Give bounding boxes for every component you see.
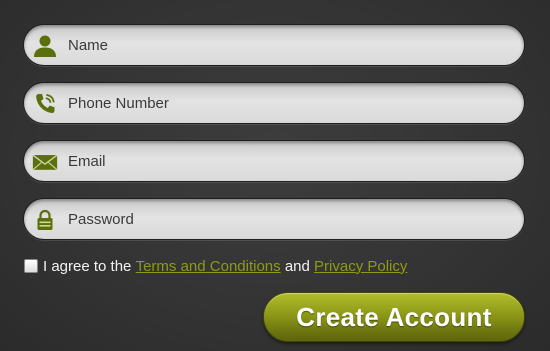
user-icon: [32, 33, 58, 59]
lock-icon: [32, 207, 58, 233]
terms-link[interactable]: Terms and Conditions: [136, 258, 281, 275]
email-field-wrapper[interactable]: [23, 140, 525, 182]
email-input[interactable]: [68, 141, 508, 181]
create-account-button[interactable]: Create Account: [263, 292, 525, 342]
envelope-icon: [32, 149, 58, 175]
privacy-link[interactable]: Privacy Policy: [314, 258, 407, 275]
name-field-wrapper[interactable]: [23, 24, 525, 66]
password-field-wrapper[interactable]: [23, 198, 525, 240]
terms-conjunction: and: [284, 257, 310, 275]
terms-checkbox[interactable]: [24, 259, 38, 273]
phone-icon: [32, 91, 58, 117]
phone-input[interactable]: [68, 83, 508, 123]
phone-field-wrapper[interactable]: [23, 82, 525, 124]
name-input[interactable]: [68, 25, 508, 65]
terms-agreement: I agree to the Terms and Conditions and …: [24, 256, 407, 276]
terms-prefix: I agree to the: [43, 257, 132, 275]
password-input[interactable]: [68, 199, 508, 239]
